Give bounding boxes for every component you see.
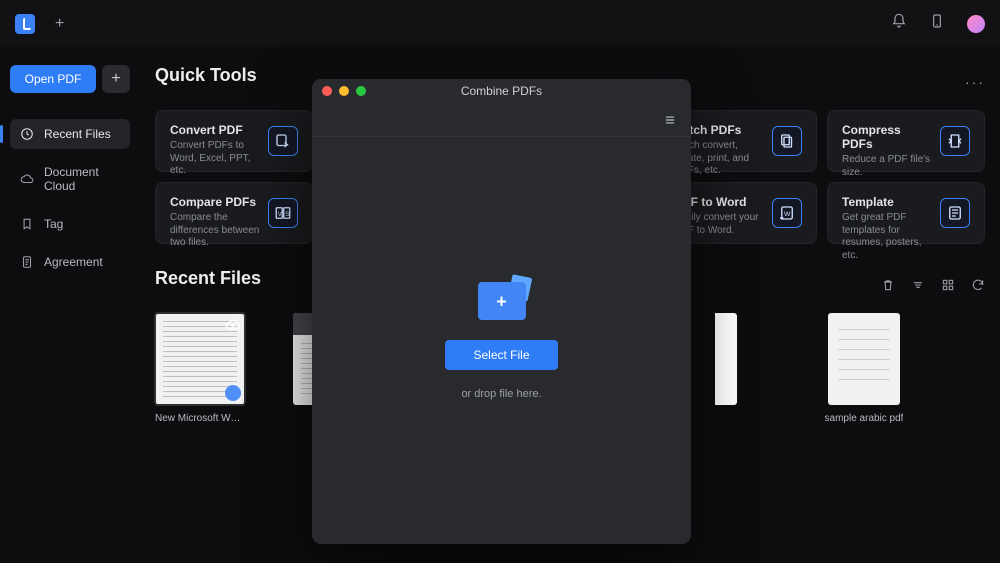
folder-add-icon: +	[478, 282, 526, 322]
doc-icon	[20, 255, 34, 269]
drop-hint-text: or drop file here.	[461, 388, 541, 400]
tool-card-template[interactable]: TemplateGet great PDF templates for resu…	[827, 182, 985, 244]
quick-tools-more-button[interactable]: ···	[965, 74, 985, 90]
sidebar-item-label: Recent Files	[44, 127, 111, 141]
recent-toolbar	[881, 278, 985, 292]
close-icon[interactable]	[322, 86, 332, 96]
file-name: sample arabic pdf	[825, 413, 904, 424]
bell-icon[interactable]	[891, 13, 907, 34]
svg-text:W: W	[784, 211, 791, 218]
recent-file-item[interactable]: New Microsoft Wo…	[155, 313, 245, 424]
sidebar-item-recent-files[interactable]: Recent Files	[10, 119, 130, 149]
cloud-icon	[20, 172, 34, 186]
file-thumbnail	[828, 313, 900, 405]
tool-card-compress[interactable]: Compress PDFsReduce a PDF file's size.	[827, 110, 985, 172]
svg-text:V: V	[278, 212, 282, 218]
convert-icon	[268, 126, 298, 156]
app-logo-icon	[15, 14, 35, 34]
modal-titlebar: Combine PDFs	[312, 79, 691, 103]
open-pdf-button[interactable]: Open PDF	[10, 65, 96, 93]
clock-icon	[20, 127, 34, 141]
grid-icon[interactable]	[941, 278, 955, 292]
device-icon[interactable]	[929, 13, 945, 34]
file-thumbnail	[155, 313, 245, 405]
sort-icon[interactable]	[911, 278, 925, 292]
select-file-button[interactable]: Select File	[445, 340, 557, 370]
window-controls[interactable]	[322, 86, 366, 96]
tool-card-compare[interactable]: Compare PDFsCompare the differences betw…	[155, 182, 313, 244]
sidebar-item-agreement[interactable]: Agreement	[10, 247, 130, 277]
sidebar: Open PDF + Recent Files Document Cloud T…	[0, 47, 140, 563]
menu-icon[interactable]	[663, 113, 677, 132]
sidebar-item-label: Tag	[44, 217, 63, 231]
pdfword-icon: W	[772, 198, 802, 228]
modal-toolbar	[312, 103, 691, 137]
minimize-icon[interactable]	[339, 86, 349, 96]
recent-file-item[interactable]	[681, 313, 771, 424]
file-name: New Microsoft Wo…	[155, 413, 245, 424]
cloud-upload-icon	[225, 317, 241, 333]
refresh-icon[interactable]	[971, 278, 985, 292]
combine-pdfs-modal: Combine PDFs + Select File or drop file …	[312, 79, 691, 544]
compare-icon: VS	[268, 198, 298, 228]
maximize-icon[interactable]	[356, 86, 366, 96]
titlebar: +	[0, 0, 1000, 47]
sidebar-item-tag[interactable]: Tag	[10, 209, 130, 239]
tool-card-convert[interactable]: Convert PDFConvert PDFs to Word, Excel, …	[155, 110, 313, 172]
modal-title: Combine PDFs	[461, 84, 542, 98]
svg-text:S: S	[285, 212, 289, 218]
delete-icon[interactable]	[881, 278, 895, 292]
batch-icon	[772, 126, 802, 156]
sidebar-item-label: Agreement	[44, 255, 103, 269]
bookmark-icon	[20, 217, 34, 231]
compress-icon	[940, 126, 970, 156]
modal-body: + Select File or drop file here.	[312, 137, 691, 544]
quick-tools-heading: Quick Tools	[155, 65, 257, 86]
avatar[interactable]	[967, 15, 985, 33]
recent-file-item[interactable]: sample arabic pdf	[819, 313, 909, 424]
sidebar-item-label: Document Cloud	[44, 165, 120, 193]
recent-files-heading: Recent Files	[155, 268, 261, 289]
new-tab-button[interactable]: +	[55, 15, 64, 33]
new-file-button[interactable]: +	[102, 65, 130, 93]
sidebar-item-document-cloud[interactable]: Document Cloud	[10, 157, 130, 201]
file-thumbnail	[715, 313, 737, 405]
cloud-badge-icon	[225, 385, 241, 401]
template-icon	[940, 198, 970, 228]
